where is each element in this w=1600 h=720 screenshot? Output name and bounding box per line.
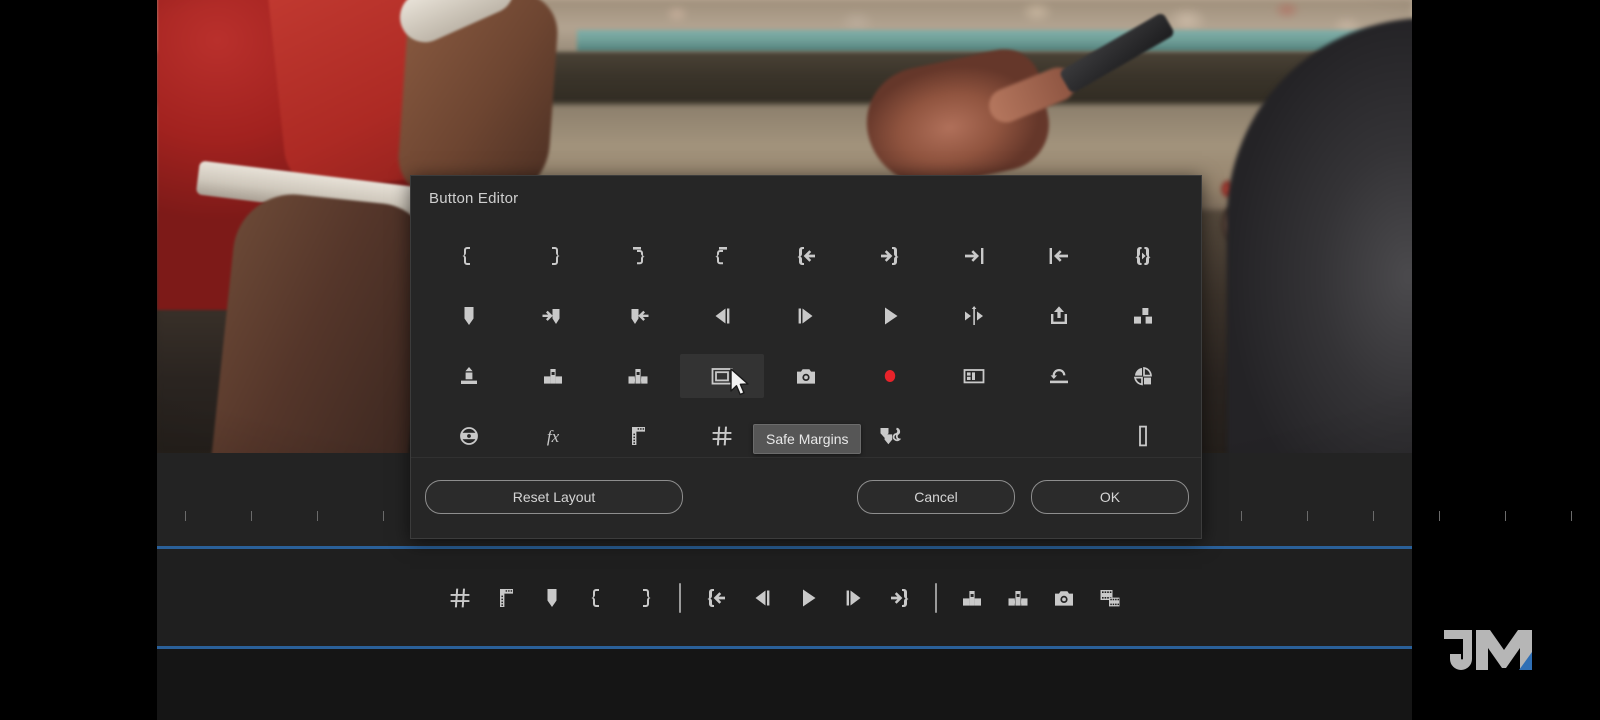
- toolbar-button-settings-ruler[interactable]: [483, 576, 529, 620]
- toolbar-button-step-back[interactable]: [739, 576, 785, 620]
- toolbar-button-mark-in[interactable]: [575, 576, 621, 620]
- button-editor-icon-step-back[interactable]: [680, 294, 764, 338]
- button-editor-icon-mark-selection[interactable]: [1101, 234, 1185, 278]
- ruler-tick: [383, 511, 384, 521]
- button-editor-icon-insert[interactable]: [511, 354, 595, 398]
- button-editor-icon-overwrite[interactable]: [595, 354, 679, 398]
- toolbar-button-overwrite[interactable]: [995, 576, 1041, 620]
- button-editor-icon-go-to-out[interactable]: [848, 234, 932, 278]
- button-editor-icon-export-frame[interactable]: [1017, 294, 1101, 338]
- ruler-tick: [1571, 511, 1572, 521]
- toolbar-button-add-marker[interactable]: [529, 576, 575, 620]
- ruler-tick: [1439, 511, 1440, 521]
- button-editor-icon-go-to-next-marker[interactable]: [511, 294, 595, 338]
- toolbar-separator: [923, 576, 949, 620]
- button-editor-icon-go-to-previous-marker[interactable]: [595, 294, 679, 338]
- button-editor-icon-mark-out[interactable]: [511, 234, 595, 278]
- button-editor-icon-step-forward[interactable]: [764, 294, 848, 338]
- dialog-title: Button Editor: [429, 190, 519, 207]
- toolbar-button-step-forward[interactable]: [831, 576, 877, 620]
- button-editor-icon-go-to-previous-edit[interactable]: [1017, 234, 1101, 278]
- ruler-tick: [1241, 511, 1242, 521]
- dialog-divider: [411, 457, 1201, 458]
- ruler-tick: [317, 511, 318, 521]
- toolbar-button-go-to-out[interactable]: [877, 576, 923, 620]
- toolbar-separator: [667, 576, 693, 620]
- button-editor-icon-mark-clip-in[interactable]: [680, 234, 764, 278]
- button-editor-icon-play-stop-toggle[interactable]: [848, 294, 932, 338]
- jm-watermark: [1442, 628, 1534, 672]
- button-editor-dialog: Button Editor fx Reset Layout Cancel OK …: [410, 175, 1202, 539]
- safe-margins-tooltip: Safe Margins: [753, 424, 862, 454]
- button-editor-icon-record[interactable]: [848, 354, 932, 398]
- toolbar-button-mark-out[interactable]: [621, 576, 667, 620]
- button-editor-icon-comparison-view[interactable]: [932, 354, 1016, 398]
- button-editor-icon-settings-ruler[interactable]: [595, 414, 679, 458]
- cancel-button[interactable]: Cancel: [857, 480, 1015, 514]
- button-editor-icon-loop-playback[interactable]: [1017, 354, 1101, 398]
- button-editor-icon-extract[interactable]: [427, 354, 511, 398]
- button-editor-icon-effects-fx[interactable]: fx: [511, 414, 595, 458]
- toolbar-button-export-frame-filmstrip[interactable]: [1087, 576, 1133, 620]
- svg-text:fx: fx: [547, 427, 560, 446]
- ok-button[interactable]: OK: [1031, 480, 1189, 514]
- toolbar-button-insert[interactable]: [949, 576, 995, 620]
- monitor-button-bar[interactable]: [157, 549, 1412, 646]
- button-editor-icon-play-in-to-out[interactable]: [932, 294, 1016, 338]
- button-editor-icon-go-to-next-edit[interactable]: [932, 234, 1016, 278]
- toolbar-button-play-stop-toggle[interactable]: [785, 576, 831, 620]
- ruler-tick: [1307, 511, 1308, 521]
- button-editor-icon-camera[interactable]: [764, 354, 848, 398]
- toolbar-button-grid-overlay[interactable]: [437, 576, 483, 620]
- reset-layout-button[interactable]: Reset Layout: [425, 480, 683, 514]
- ruler-tick: [1373, 511, 1374, 521]
- button-editor-icon-mark-in[interactable]: [427, 234, 511, 278]
- button-editor-icon-multi-camera[interactable]: [1101, 354, 1185, 398]
- button-editor-icon-safe-margins[interactable]: [679, 354, 764, 398]
- button-editor-icon-lift[interactable]: [1101, 294, 1185, 338]
- button-editor-icon-global-fx-mute[interactable]: [427, 414, 511, 458]
- ruler-tick: [251, 511, 252, 521]
- ruler-tick: [185, 511, 186, 521]
- toolbar-button-camera[interactable]: [1041, 576, 1087, 620]
- button-editor-icon-add-marker[interactable]: [427, 294, 511, 338]
- button-editor-icon-go-to-in[interactable]: [764, 234, 848, 278]
- button-editor-icon-grid-overlay[interactable]: [680, 414, 764, 458]
- button-editor-icon-mark-clip-out[interactable]: [595, 234, 679, 278]
- ruler-tick: [1505, 511, 1506, 521]
- premiere-program-monitor-screen: Button Editor fx Reset Layout Cancel OK …: [0, 0, 1600, 720]
- dialog-button-row: Reset Layout Cancel OK: [411, 466, 1201, 526]
- toolbar-button-go-to-in[interactable]: [693, 576, 739, 620]
- panel-bottom-strip: [157, 649, 1412, 720]
- button-editor-icon-vertical-bar[interactable]: [1101, 414, 1185, 458]
